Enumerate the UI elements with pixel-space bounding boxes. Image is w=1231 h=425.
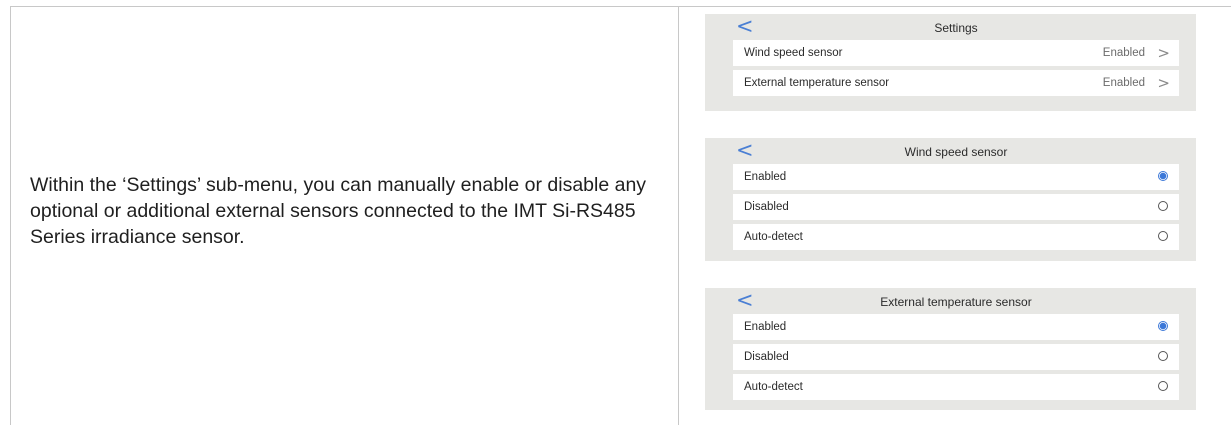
table-left-border [10, 6, 11, 425]
settings-item-wind-speed[interactable]: Wind speed sensor Enabled > [733, 40, 1179, 66]
option-label: Enabled [744, 171, 787, 183]
option-disabled[interactable]: Disabled [733, 194, 1179, 220]
panel-header: < Settings [733, 14, 1179, 40]
panel-title: External temperature sensor [880, 295, 1032, 309]
settings-item-label: Wind speed sensor [744, 47, 843, 59]
settings-item-label: External temperature sensor [744, 77, 890, 89]
chevron-right-icon: > [1157, 44, 1170, 62]
option-enabled[interactable]: Enabled [733, 314, 1179, 340]
radio-unselected-icon[interactable] [1158, 381, 1168, 391]
panel-header: < Wind speed sensor [733, 138, 1179, 164]
radio-unselected-icon[interactable] [1158, 351, 1168, 361]
chevron-right-icon: > [1157, 74, 1170, 92]
option-auto-detect[interactable]: Auto-detect [733, 224, 1179, 250]
option-label: Disabled [744, 201, 789, 213]
radio-unselected-icon[interactable] [1158, 231, 1168, 241]
panel-header: < External temperature sensor [733, 288, 1179, 314]
settings-item-value: Enabled [1102, 77, 1145, 89]
radio-selected-icon[interactable] [1158, 321, 1168, 331]
description-text: Within the ‘Settings’ sub-menu, you can … [30, 174, 647, 248]
panel-title: Wind speed sensor [904, 145, 1008, 159]
option-disabled[interactable]: Disabled [733, 344, 1179, 370]
option-enabled[interactable]: Enabled [733, 164, 1179, 190]
settings-item-external-temperature[interactable]: External temperature sensor Enabled > [733, 70, 1179, 96]
option-label: Disabled [744, 351, 789, 363]
option-label: Auto-detect [744, 381, 803, 393]
panel-title: Settings [934, 21, 978, 35]
radio-unselected-icon[interactable] [1158, 201, 1168, 211]
table-column-divider [678, 6, 679, 425]
radio-selected-icon[interactable] [1158, 171, 1168, 181]
option-label: Enabled [744, 321, 787, 333]
settings-item-value: Enabled [1102, 47, 1145, 59]
option-label: Auto-detect [744, 231, 803, 243]
settings-panel: < Settings Wind speed sensor Enabled > E… [705, 14, 1196, 111]
table-top-border [10, 6, 1231, 7]
option-auto-detect[interactable]: Auto-detect [733, 374, 1179, 400]
wind-speed-sensor-panel: < Wind speed sensor Enabled Disabled Aut… [705, 138, 1196, 261]
external-temperature-sensor-panel: < External temperature sensor Enabled Di… [705, 288, 1196, 410]
